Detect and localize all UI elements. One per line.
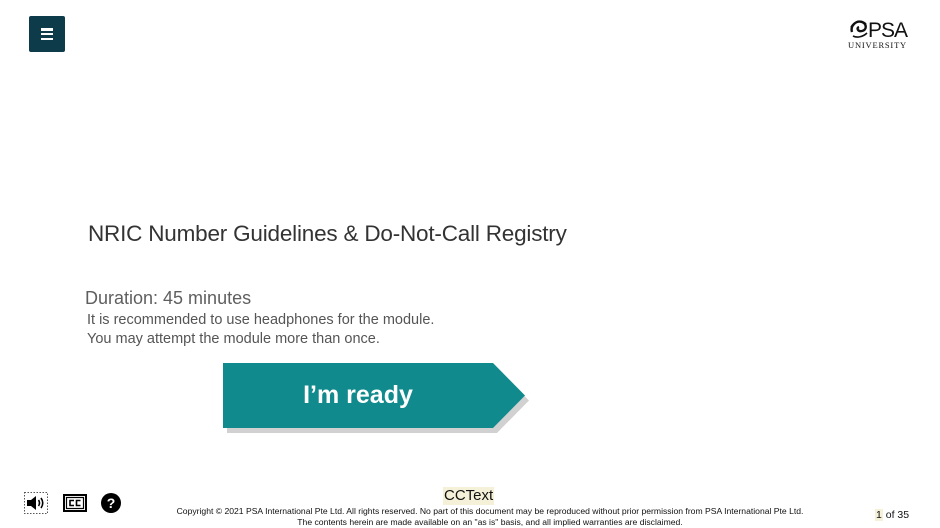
help-button[interactable]: ? [101,493,121,513]
psa-swirl-logo-icon [850,20,868,38]
speaker-icon [24,492,48,514]
headphones-note: It is recommended to use headphones for … [87,312,435,328]
caption-text: CCText [443,487,495,505]
module-duration: Duration: 45 minutes [85,288,252,308]
menu-button[interactable] [29,16,65,52]
copyright-notice: Copyright © 2021 PSA International Pte L… [128,506,852,528]
total-pages: of 35 [882,509,910,521]
hamburger-menu-icon [41,28,53,40]
current-page: 1 [875,509,883,521]
im-ready-button[interactable]: I’m ready [223,363,525,428]
help-icon: ? [106,495,116,511]
page-indicator: 1 of 35 [875,509,909,521]
sound-button[interactable] [24,492,48,514]
logo-subtitle: UNIVERSITY [848,40,907,50]
copyright-line: Copyright © 2021 PSA International Pte L… [176,506,804,516]
attempts-note: You may attempt the module more than onc… [87,331,380,347]
ready-button-label: I’m ready [303,381,413,409]
closed-captions-button[interactable] [63,494,87,512]
module-title: NRIC Number Guidelines & Do-Not-Call Reg… [88,221,567,246]
closed-captions-icon [63,494,87,512]
disclaimer-line: The contents herein are made available o… [297,517,683,527]
psa-university-logo: PSA UNIVERSITY [846,18,912,52]
